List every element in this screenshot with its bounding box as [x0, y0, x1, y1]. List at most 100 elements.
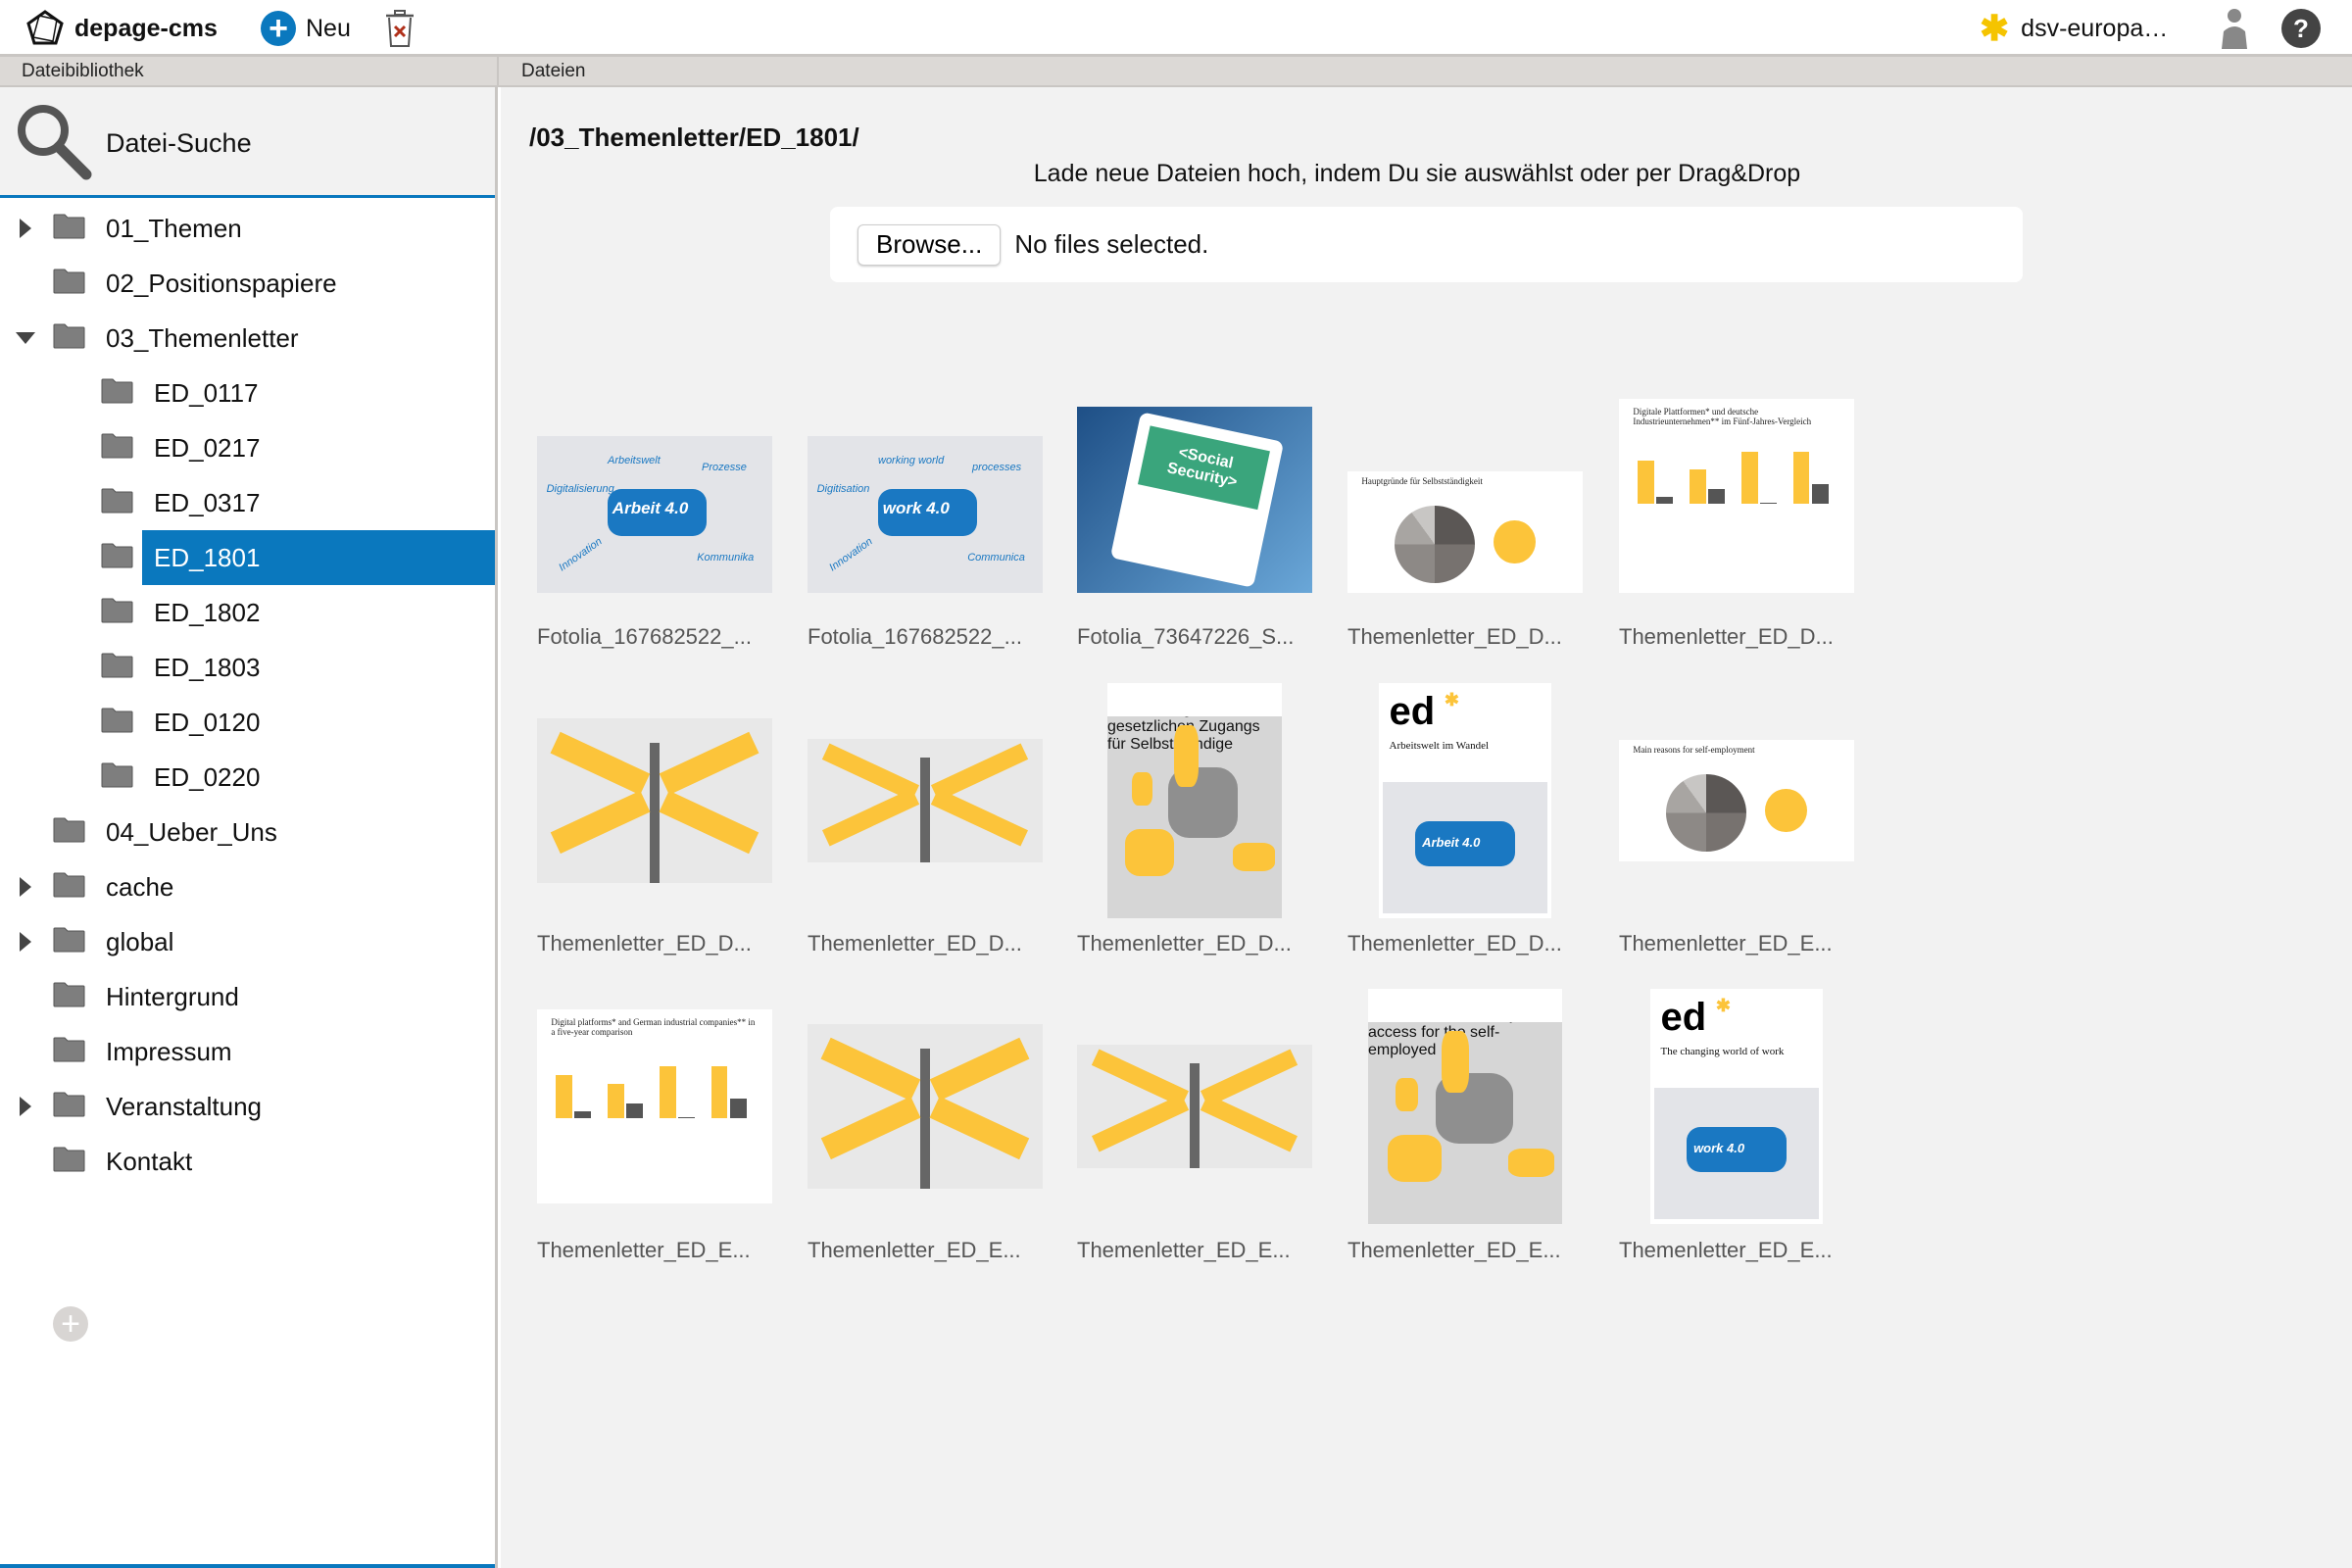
- tree-item[interactable]: ED_0317: [0, 475, 495, 530]
- collapsed-triangle-icon[interactable]: [20, 877, 31, 897]
- tree-item[interactable]: 01_Themen: [0, 201, 495, 256]
- tree-item[interactable]: Kontakt: [0, 1134, 495, 1189]
- thumb-word: Innovation: [557, 535, 605, 574]
- file-name: Themenletter_ED_E...: [1077, 1238, 1291, 1262]
- tree-item-label: ED_0317: [154, 488, 261, 517]
- folder-icon: [101, 378, 133, 404]
- tree-item[interactable]: ED_0217: [0, 420, 495, 475]
- file-thumbnail[interactable]: <Social Security>: [1077, 407, 1312, 593]
- thumb-caption: The changing world of work: [1660, 1045, 1785, 1057]
- file-thumbnail[interactable]: Digitale Plattformen* und deutsche Indus…: [1619, 399, 1854, 593]
- tree-item[interactable]: Veranstaltung: [0, 1079, 495, 1134]
- tree-item[interactable]: ED_1801: [0, 530, 495, 585]
- file-thumbnail[interactable]: Hauptgründe für Selbstständigkeit: [1348, 471, 1583, 593]
- file-thumbnail[interactable]: Jüngste Reformen zur Erweiterung des ges…: [1077, 683, 1312, 918]
- upload-dropzone[interactable]: Browse... No files selected.: [830, 207, 2023, 282]
- tree-item[interactable]: 04_Ueber_Uns: [0, 805, 495, 859]
- folder-icon: [53, 817, 85, 843]
- file-name: Fotolia_167682522_...: [537, 624, 752, 649]
- collapsed-triangle-icon[interactable]: [20, 932, 31, 952]
- tree-item[interactable]: Impressum: [0, 1024, 495, 1079]
- file-thumbnail[interactable]: ed ✱ Arbeitswelt im Wandel Arbeit 4.0: [1348, 683, 1583, 918]
- project-name: dsv-europa…: [2021, 14, 2169, 42]
- app-logo[interactable]: depage-cms: [25, 10, 218, 47]
- file-thumbnail[interactable]: [808, 739, 1043, 862]
- file-name: Themenletter_ED_E...: [1619, 1238, 1833, 1262]
- tablet-screen: <Social Security>: [1109, 412, 1284, 588]
- file-name: Themenletter_ED_D...: [808, 931, 1022, 956]
- thumb-bar: [659, 1066, 676, 1118]
- new-button[interactable]: + Neu: [261, 10, 351, 47]
- user-icon[interactable]: [2219, 8, 2250, 49]
- tree-item-label: ED_0120: [154, 708, 261, 737]
- pie-highlight-shape: [1764, 788, 1807, 833]
- help-icon[interactable]: ?: [2281, 9, 2321, 48]
- thumb-caption: Arbeitswelt im Wandel: [1389, 739, 1490, 752]
- tree-item[interactable]: Hintergrund: [0, 969, 495, 1024]
- file-thumbnail[interactable]: Digital platforms* and German industrial…: [537, 1009, 772, 1203]
- plus-icon: +: [261, 11, 296, 46]
- file-thumbnail[interactable]: Arbeit 4.0 Arbeitswelt Digitalisierung P…: [537, 436, 772, 593]
- thumb-word: Digitalisierung: [546, 483, 614, 495]
- thumb-bar: [1708, 488, 1725, 504]
- file-thumbnail[interactable]: [808, 1024, 1043, 1189]
- folder-icon: [101, 598, 133, 623]
- tree-item-label: cache: [106, 872, 174, 902]
- thumb-bar: [556, 1074, 572, 1118]
- project-selector[interactable]: ✱ dsv-europa…: [1980, 10, 2168, 47]
- browse-button[interactable]: Browse...: [858, 223, 1002, 266]
- signpost-arrow: [659, 790, 759, 854]
- file-name: Themenletter_ED_E...: [1619, 931, 1833, 956]
- signpost-arrow: [930, 788, 1028, 846]
- tree-item[interactable]: ED_0120: [0, 695, 495, 750]
- thumb-word: Kommunika: [697, 552, 755, 564]
- thumbnail-image: Arbeit 4.0 Arbeitswelt Digitalisierung P…: [537, 436, 772, 593]
- signpost-arrow: [1092, 1094, 1190, 1152]
- tree-item-label: ED_1803: [154, 653, 261, 682]
- signpost-arrow: [551, 790, 651, 854]
- tree-item[interactable]: ED_0117: [0, 366, 495, 420]
- panel-divider[interactable]: [497, 57, 499, 87]
- signpost-arrow: [1200, 1094, 1298, 1152]
- tree-item-label: Impressum: [106, 1037, 232, 1066]
- tree-item[interactable]: ED_1803: [0, 640, 495, 695]
- thumb-caption: Arbeit 4.0: [612, 499, 689, 517]
- folder-icon: [53, 982, 85, 1007]
- tree-item[interactable]: cache: [0, 859, 495, 914]
- file-thumbnail[interactable]: Recent reforms on extension of statutory…: [1348, 989, 1583, 1224]
- file-thumbnail[interactable]: Main reasons for self-employment: [1619, 740, 1854, 861]
- tree-item[interactable]: ED_0220: [0, 750, 495, 805]
- file-search-label: Datei-Suche: [106, 128, 252, 158]
- expanded-triangle-icon[interactable]: [16, 332, 35, 344]
- file-thumbnail[interactable]: work 4.0 working world Digitisation proc…: [808, 436, 1043, 593]
- collapsed-triangle-icon[interactable]: [20, 219, 31, 238]
- tree-item[interactable]: 02_Positionspapiere: [0, 256, 495, 311]
- thumb-bar: [1792, 452, 1810, 504]
- file-thumbnail[interactable]: ed ✱ The changing world of work work 4.0: [1619, 989, 1854, 1224]
- file-thumbnail[interactable]: [1077, 1045, 1312, 1168]
- add-folder-button[interactable]: +: [53, 1306, 88, 1342]
- thumbnail-image: [537, 718, 772, 883]
- ed-logo: ed: [1660, 996, 1707, 1040]
- thumb-bar: [574, 1111, 592, 1118]
- thumb-bar: [1740, 452, 1758, 504]
- thumb-word: Prozesse: [702, 461, 747, 473]
- tree-item[interactable]: 03_Themenletter: [0, 311, 495, 366]
- tree-item[interactable]: ED_1802: [0, 585, 495, 640]
- tree-item-label: ED_0117: [154, 378, 259, 408]
- file-search-button[interactable]: Datei-Suche: [0, 87, 495, 198]
- tree-item-label: 01_Themen: [106, 214, 242, 243]
- thumbnail-image: Hauptgründe für Selbstständigkeit: [1348, 471, 1583, 593]
- thumb-word: Communica: [967, 552, 1025, 564]
- folder-icon: [101, 762, 133, 788]
- collapsed-triangle-icon[interactable]: [20, 1097, 31, 1116]
- panel-headers: Dateibibliothek Dateien: [0, 57, 2352, 87]
- file-thumbnail[interactable]: [537, 718, 772, 883]
- trash-icon[interactable]: [384, 9, 416, 48]
- thumbnail-image: ed ✱ Arbeitswelt im Wandel Arbeit 4.0: [1379, 683, 1551, 918]
- tree-item-label: global: [106, 927, 174, 956]
- search-icon: [18, 105, 92, 180]
- tree-item-label: 04_Ueber_Uns: [106, 817, 277, 847]
- tree-item[interactable]: global: [0, 914, 495, 969]
- folder-icon: [53, 927, 85, 953]
